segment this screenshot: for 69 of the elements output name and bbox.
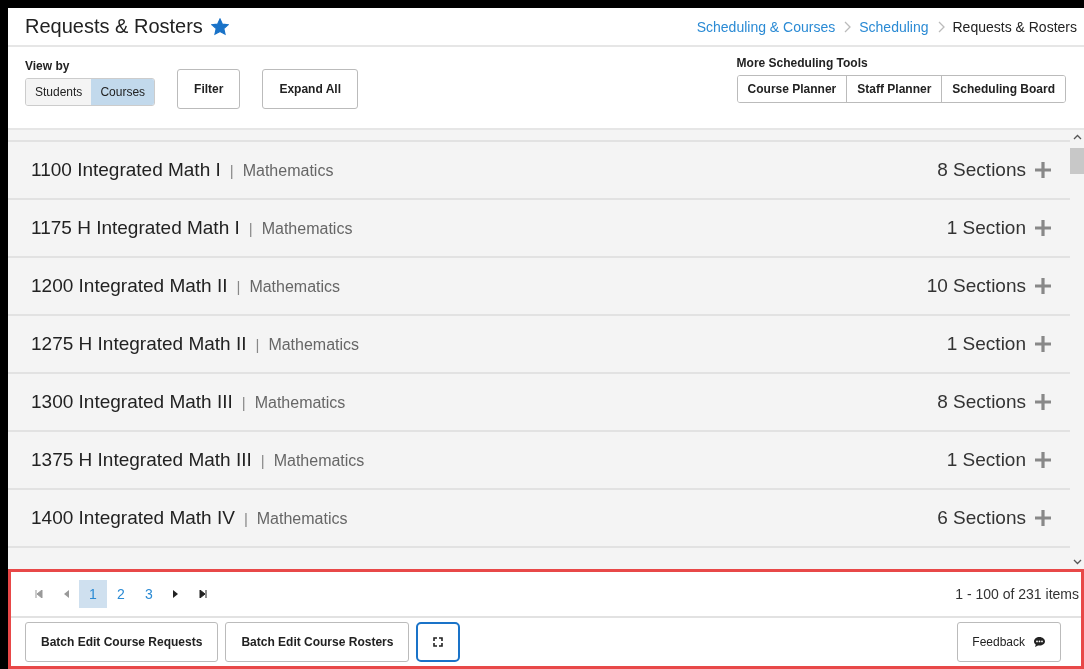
separator: | xyxy=(255,336,260,353)
course-name: 1400 Integrated Math IV xyxy=(31,507,235,529)
separator: | xyxy=(241,394,246,411)
separator: | xyxy=(236,278,241,295)
separator: | xyxy=(248,220,253,237)
plus-icon xyxy=(1034,335,1052,353)
course-row[interactable]: 1100 Integrated Math I | Mathematics 8 Sections xyxy=(8,140,1070,198)
next-page-icon xyxy=(173,590,179,598)
plus-icon xyxy=(1034,393,1052,411)
course-department: Mathematics xyxy=(261,220,353,238)
section-count: 1 Section xyxy=(946,449,1026,471)
separator: | xyxy=(229,162,234,179)
previous-page-icon xyxy=(63,590,69,598)
toolbar-button[interactable]: Expand All xyxy=(262,69,358,109)
section-count: 10 Sections xyxy=(926,275,1026,297)
breadcrumb-link[interactable]: Scheduling & Courses xyxy=(696,18,836,35)
course-department: Mathematics xyxy=(254,394,346,412)
separator: | xyxy=(243,510,248,527)
toolbar-button[interactable]: Filter xyxy=(177,69,241,109)
view-toggle[interactable]: Courses xyxy=(91,79,155,105)
course-row[interactable]: 1275 H Integrated Math II | Mathematics 1 Section xyxy=(8,314,1070,372)
plus-icon xyxy=(1034,161,1052,179)
first-page-icon xyxy=(35,590,43,598)
footer-button[interactable]: Batch Edit Course Rosters xyxy=(225,622,410,662)
last-page-icon xyxy=(199,590,207,598)
page-link[interactable]: 2 xyxy=(107,580,135,608)
view-toggle[interactable]: Students xyxy=(26,79,92,105)
course-name: 1275 H Integrated Math II xyxy=(31,333,247,355)
chevron-right-icon xyxy=(843,20,852,33)
course-row[interactable]: 1200 Integrated Math II | Mathematics 10 Sections xyxy=(8,256,1070,314)
section-count: 6 Sections xyxy=(937,507,1026,529)
item-count: 1 - 100 of 231 items xyxy=(955,586,1079,602)
scroll-thumb[interactable] xyxy=(1070,148,1084,174)
course-row[interactable]: 1400 Integrated Math IV | Mathematics 6 Sections xyxy=(8,488,1070,546)
course-department: Mathematics xyxy=(242,162,334,180)
course-name: 1100 Integrated Math I xyxy=(31,159,221,181)
course-name: 1375 H Integrated Math III xyxy=(31,449,252,471)
section-count: 8 Sections xyxy=(937,159,1026,181)
view-by-label: View by xyxy=(25,59,71,73)
plus-icon xyxy=(1034,451,1052,469)
section-count: 1 Section xyxy=(946,217,1026,239)
tools-label: More Scheduling Tools xyxy=(736,56,869,70)
course-department: Mathematics xyxy=(273,452,365,470)
fullscreen-icon xyxy=(433,637,444,647)
plus-icon xyxy=(1034,219,1052,237)
course-department: Mathematics xyxy=(256,510,348,528)
page-title: Requests & Rosters xyxy=(25,15,203,38)
footer-button[interactable]: Batch Edit Course Requests xyxy=(25,622,219,662)
plus-icon xyxy=(1034,509,1052,527)
breadcrumb-current: Requests & Rosters xyxy=(952,18,1077,35)
section-count: 8 Sections xyxy=(937,391,1026,413)
page-link[interactable]: 3 xyxy=(135,580,163,608)
course-department: Mathematics xyxy=(268,336,360,354)
course-name: 1300 Integrated Math III xyxy=(31,391,233,413)
fullscreen-button[interactable] xyxy=(416,622,461,662)
section-count: 1 Section xyxy=(946,333,1026,355)
breadcrumb-link[interactable]: Scheduling xyxy=(859,18,929,35)
course-name: 1175 H Integrated Math I xyxy=(31,217,240,239)
course-row[interactable]: 1375 H Integrated Math III | Mathematics 1 Section xyxy=(8,430,1070,488)
course-department: Mathematics xyxy=(249,278,341,296)
feedback-button[interactable]: Feedback xyxy=(957,622,1061,662)
chat-bubble-icon xyxy=(1033,636,1046,648)
separator: | xyxy=(260,452,265,469)
course-row[interactable]: 1175 H Integrated Math I | Mathematics 1 Section xyxy=(8,198,1070,256)
tool-button[interactable]: Scheduling Board xyxy=(941,76,1065,102)
course-row[interactable]: 1300 Integrated Math III | Mathematics 8 Sections xyxy=(8,372,1070,430)
course-name: 1200 Integrated Math II xyxy=(31,275,228,297)
plus-icon xyxy=(1034,277,1052,295)
chevron-right-icon xyxy=(936,20,945,33)
